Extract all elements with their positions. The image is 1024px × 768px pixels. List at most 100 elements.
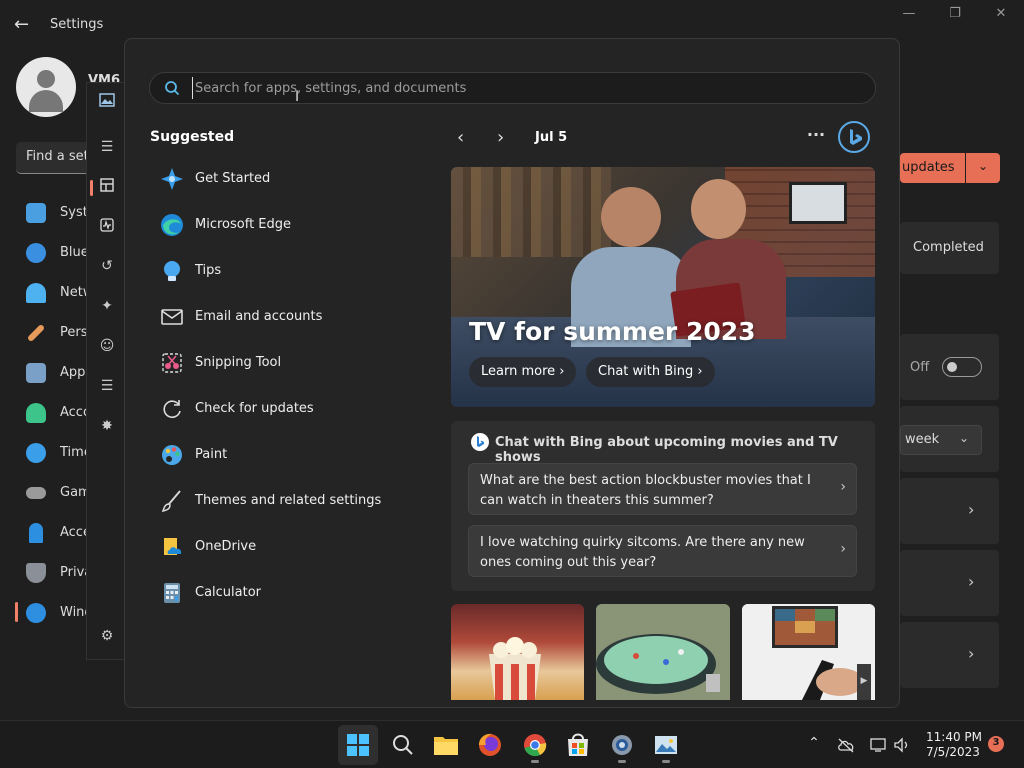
suggested-item-calculator[interactable]: Calculator bbox=[155, 574, 415, 612]
search-taskbar-button[interactable] bbox=[383, 725, 423, 765]
gear-icon bbox=[612, 735, 632, 755]
activity-icon[interactable] bbox=[97, 218, 117, 238]
notification-badge[interactable]: 3 bbox=[988, 736, 1004, 752]
calculator-icon bbox=[164, 583, 180, 603]
running-indicator bbox=[662, 760, 670, 763]
refresh-icon bbox=[163, 400, 181, 418]
shield-icon bbox=[26, 563, 46, 583]
mail-icon bbox=[161, 309, 183, 325]
store-button[interactable] bbox=[558, 725, 598, 765]
clock-date[interactable]: 7/5/2023 bbox=[926, 745, 980, 759]
tips-icon bbox=[164, 261, 180, 281]
suggested-item-edge[interactable]: Microsoft Edge bbox=[155, 206, 415, 244]
suggested-item-snipping-tool[interactable]: Snipping Tool bbox=[155, 344, 415, 382]
suggested-item-paint[interactable]: Paint bbox=[155, 436, 415, 474]
bing-prompt[interactable]: I love watching quirky sitcoms. Are ther… bbox=[468, 525, 857, 577]
chevron-up-icon[interactable]: ⌃ bbox=[804, 735, 824, 755]
file-explorer-button[interactable] bbox=[426, 725, 466, 765]
clock-time[interactable]: 11:40 PM bbox=[926, 730, 982, 744]
history-icon[interactable]: ↺ bbox=[97, 258, 117, 278]
chevron-right-icon: › bbox=[968, 500, 975, 519]
more-options-icon[interactable]: ··· bbox=[805, 125, 827, 147]
photos-button[interactable] bbox=[646, 725, 686, 765]
suggested-item-label: Tips bbox=[195, 263, 222, 278]
brush-icon bbox=[26, 323, 46, 343]
chrome-button[interactable] bbox=[515, 725, 555, 765]
news-thumbnail-game-board[interactable] bbox=[596, 604, 730, 700]
puzzle-icon[interactable]: ✸ bbox=[97, 418, 117, 438]
avatar[interactable] bbox=[16, 57, 76, 117]
store-icon bbox=[568, 733, 588, 756]
search-flyout: Suggested Get Started Microsoft Edge Tip… bbox=[124, 38, 900, 708]
settings-link-card[interactable] bbox=[900, 550, 999, 616]
brush-icon bbox=[161, 490, 181, 513]
suggested-item-email[interactable]: Email and accounts bbox=[155, 298, 415, 336]
suggested-item-check-updates[interactable]: Check for updates bbox=[155, 390, 415, 428]
settings-link-card[interactable] bbox=[900, 478, 999, 544]
chevron-left-icon[interactable]: ‹ bbox=[457, 127, 477, 148]
settings-taskbar-button[interactable] bbox=[602, 725, 642, 765]
apps-icon bbox=[26, 363, 46, 383]
account-icon bbox=[26, 403, 46, 423]
photo-icon[interactable] bbox=[97, 93, 117, 113]
chevron-right-icon: › bbox=[840, 479, 846, 495]
learn-more-label: Learn more bbox=[481, 364, 556, 379]
rail-active-indicator bbox=[90, 180, 93, 196]
volume-icon[interactable] bbox=[892, 735, 912, 755]
search-input[interactable] bbox=[192, 77, 852, 99]
suggested-item-get-started[interactable]: Get Started bbox=[155, 160, 415, 198]
network-icon[interactable] bbox=[868, 735, 888, 755]
gamepad-icon bbox=[26, 487, 46, 499]
avatar-head bbox=[37, 70, 55, 88]
toggle-switch[interactable] bbox=[942, 357, 982, 377]
search-box[interactable] bbox=[149, 72, 876, 104]
taskbar: ⌃ bbox=[0, 720, 1024, 768]
bing-icon bbox=[471, 433, 489, 451]
start-button[interactable] bbox=[338, 725, 378, 765]
bing-prompt[interactable]: What are the best action blockbuster mov… bbox=[468, 463, 857, 515]
news-thumbnail-popcorn[interactable] bbox=[451, 604, 584, 700]
bing-chat-icon[interactable] bbox=[838, 121, 870, 153]
suggested-item-label: Calculator bbox=[195, 585, 262, 600]
windows-update-icon bbox=[26, 603, 46, 623]
chevron-right-icon[interactable]: › bbox=[497, 127, 517, 148]
sports-icon[interactable]: ✦ bbox=[97, 298, 117, 318]
hero-person-head bbox=[691, 179, 746, 239]
suggested-item-label: Email and accounts bbox=[195, 309, 323, 324]
news-thumbnail-tv-remote[interactable] bbox=[742, 604, 875, 700]
widgets-icon[interactable] bbox=[97, 178, 117, 198]
learn-more-button[interactable]: Learn more › bbox=[469, 357, 577, 387]
cloud-offline-icon[interactable] bbox=[836, 735, 856, 755]
system-icon bbox=[26, 203, 46, 223]
carousel-next-button[interactable]: ▶ bbox=[857, 664, 871, 700]
suggested-item-themes[interactable]: Themes and related settings bbox=[155, 482, 415, 520]
back-arrow-icon[interactable]: ← bbox=[14, 14, 34, 35]
settings-link-card[interactable] bbox=[900, 622, 999, 688]
list-icon[interactable]: ☰ bbox=[97, 378, 117, 398]
hamburger-menu-icon[interactable]: ☰ bbox=[97, 139, 117, 159]
minimize-button[interactable]: — bbox=[894, 6, 924, 28]
hero-card[interactable]: TV for summer 2023 Learn more › Chat wit… bbox=[451, 167, 875, 407]
close-button[interactable]: ✕ bbox=[986, 6, 1016, 28]
people-icon[interactable]: ☺ bbox=[97, 338, 117, 358]
game-board-image bbox=[596, 604, 730, 700]
firefox-button[interactable] bbox=[470, 725, 510, 765]
toggle-knob bbox=[947, 362, 957, 372]
maximize-button[interactable]: ❐ bbox=[940, 6, 970, 28]
suggested-item-onedrive[interactable]: OneDrive bbox=[155, 528, 415, 566]
folder-icon bbox=[434, 737, 458, 755]
suggested-item-tips[interactable]: Tips bbox=[155, 252, 415, 290]
search-icon bbox=[165, 81, 180, 96]
updates-dropdown-button[interactable]: ⌄ bbox=[966, 153, 1000, 183]
gear-icon[interactable]: ⚙ bbox=[97, 628, 117, 648]
text-cursor-icon: I bbox=[295, 89, 300, 105]
check-updates-button[interactable]: updates bbox=[900, 153, 965, 183]
chat-with-bing-button[interactable]: Chat with Bing › bbox=[586, 357, 715, 387]
feed-date: Jul 5 bbox=[535, 130, 568, 145]
pause-duration-select[interactable]: week ⌄ bbox=[900, 425, 982, 455]
hero-title: TV for summer 2023 bbox=[469, 317, 756, 346]
suggested-item-label: OneDrive bbox=[195, 539, 257, 554]
bing-chat-card: Chat with Bing about upcoming movies and… bbox=[451, 421, 875, 591]
edge-icon bbox=[161, 214, 183, 236]
toggle-state-label: Off bbox=[910, 360, 930, 375]
